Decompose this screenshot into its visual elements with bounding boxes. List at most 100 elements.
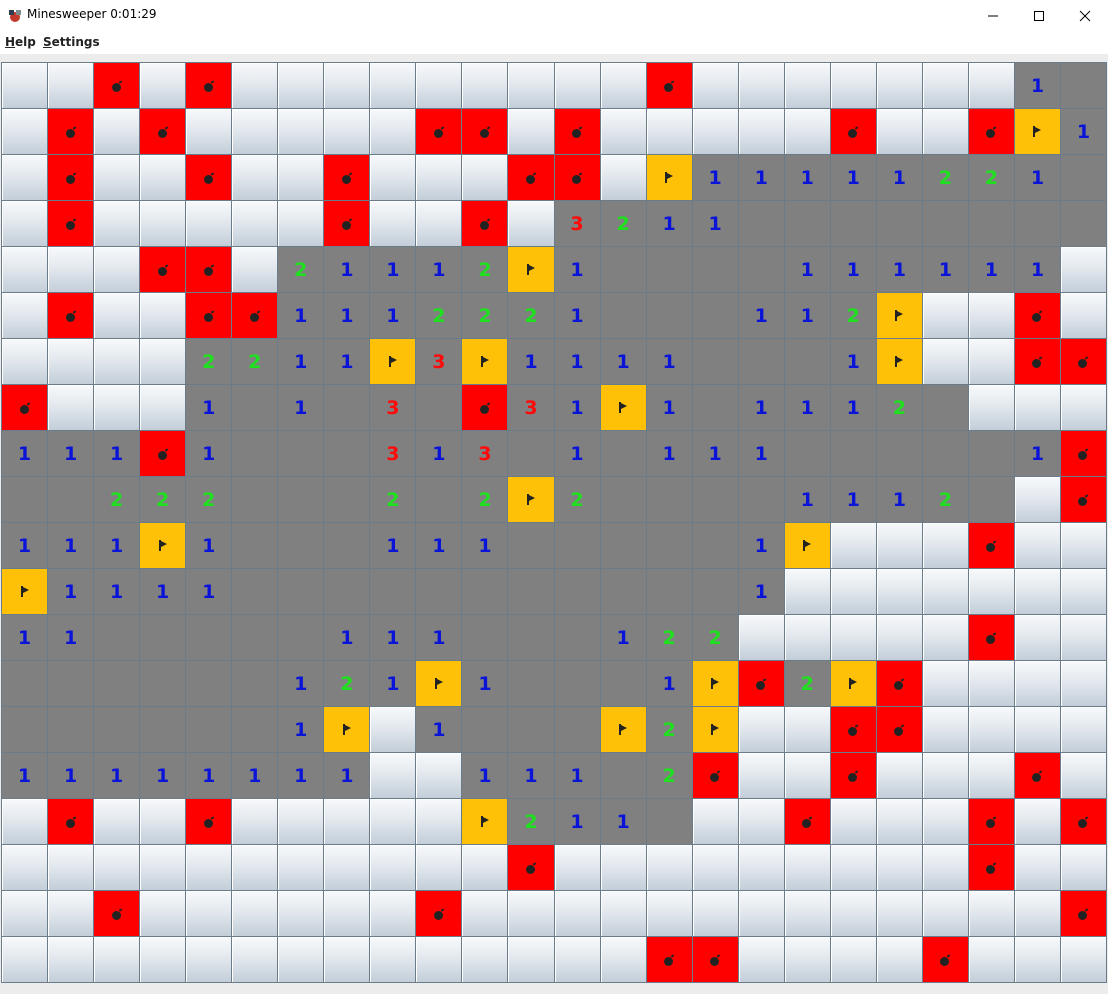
closed-tile[interactable] — [1060, 661, 1106, 706]
closed-tile[interactable] — [278, 109, 324, 154]
closed-tile[interactable] — [554, 845, 600, 890]
closed-tile[interactable] — [968, 891, 1014, 936]
open-empty-tile[interactable] — [462, 707, 508, 752]
closed-tile[interactable] — [968, 661, 1014, 706]
number-tile[interactable]: 1 — [784, 247, 830, 292]
closed-tile[interactable] — [186, 201, 232, 246]
open-empty-tile[interactable] — [2, 477, 48, 522]
closed-tile[interactable] — [830, 523, 876, 568]
number-tile[interactable]: 1 — [600, 615, 646, 660]
open-empty-tile[interactable] — [554, 661, 600, 706]
closed-tile[interactable] — [94, 339, 140, 384]
number-tile[interactable]: 1 — [600, 339, 646, 384]
mine-tile[interactable] — [2, 385, 48, 430]
number-tile[interactable]: 1 — [278, 707, 324, 752]
open-empty-tile[interactable] — [968, 431, 1014, 476]
flagged-tile[interactable] — [876, 293, 922, 338]
closed-tile[interactable] — [784, 63, 830, 108]
flagged-tile[interactable] — [646, 155, 692, 200]
open-empty-tile[interactable] — [830, 431, 876, 476]
open-empty-tile[interactable] — [554, 569, 600, 614]
closed-tile[interactable] — [370, 707, 416, 752]
closed-tile[interactable] — [324, 109, 370, 154]
number-tile[interactable]: 1 — [370, 523, 416, 568]
open-empty-tile[interactable] — [508, 707, 554, 752]
number-tile[interactable]: 2 — [646, 707, 692, 752]
closed-tile[interactable] — [140, 201, 186, 246]
mine-tile[interactable] — [48, 201, 94, 246]
number-tile[interactable]: 1 — [462, 523, 508, 568]
number-tile[interactable]: 1 — [186, 523, 232, 568]
closed-tile[interactable] — [738, 799, 784, 844]
number-tile[interactable]: 1 — [922, 247, 968, 292]
closed-tile[interactable] — [1014, 937, 1060, 982]
mine-tile[interactable] — [1060, 339, 1106, 384]
closed-tile[interactable] — [370, 937, 416, 982]
closed-tile[interactable] — [1014, 661, 1060, 706]
mine-tile[interactable] — [1014, 293, 1060, 338]
closed-tile[interactable] — [876, 109, 922, 154]
closed-tile[interactable] — [462, 937, 508, 982]
closed-tile[interactable] — [232, 201, 278, 246]
mine-tile[interactable] — [968, 615, 1014, 660]
closed-tile[interactable] — [140, 891, 186, 936]
open-empty-tile[interactable] — [416, 385, 462, 430]
closed-tile[interactable] — [692, 63, 738, 108]
number-tile[interactable]: 1 — [48, 569, 94, 614]
open-empty-tile[interactable] — [278, 523, 324, 568]
open-empty-tile[interactable] — [554, 615, 600, 660]
closed-tile[interactable] — [922, 109, 968, 154]
open-empty-tile[interactable] — [140, 661, 186, 706]
number-tile[interactable]: 1 — [2, 615, 48, 660]
mine-tile[interactable] — [692, 753, 738, 798]
open-empty-tile[interactable] — [784, 201, 830, 246]
number-tile[interactable]: 1 — [324, 615, 370, 660]
number-tile[interactable]: 2 — [232, 339, 278, 384]
open-empty-tile[interactable] — [600, 431, 646, 476]
open-empty-tile[interactable] — [48, 661, 94, 706]
open-empty-tile[interactable] — [692, 523, 738, 568]
number-tile[interactable]: 3 — [508, 385, 554, 430]
closed-tile[interactable] — [186, 109, 232, 154]
number-tile[interactable]: 1 — [738, 569, 784, 614]
closed-tile[interactable] — [692, 891, 738, 936]
open-empty-tile[interactable] — [232, 615, 278, 660]
open-empty-tile[interactable] — [1060, 63, 1106, 108]
number-tile[interactable]: 1 — [416, 707, 462, 752]
flagged-tile[interactable] — [600, 385, 646, 430]
open-empty-tile[interactable] — [600, 523, 646, 568]
number-tile[interactable]: 1 — [278, 339, 324, 384]
closed-tile[interactable] — [738, 845, 784, 890]
number-tile[interactable]: 1 — [370, 247, 416, 292]
closed-tile[interactable] — [1060, 247, 1106, 292]
open-empty-tile[interactable] — [646, 569, 692, 614]
closed-tile[interactable] — [140, 799, 186, 844]
close-button[interactable] — [1062, 0, 1108, 31]
flagged-tile[interactable] — [508, 247, 554, 292]
closed-tile[interactable] — [48, 845, 94, 890]
closed-tile[interactable] — [692, 845, 738, 890]
closed-tile[interactable] — [324, 63, 370, 108]
open-empty-tile[interactable] — [692, 385, 738, 430]
closed-tile[interactable] — [738, 707, 784, 752]
open-empty-tile[interactable] — [922, 431, 968, 476]
closed-tile[interactable] — [48, 891, 94, 936]
closed-tile[interactable] — [968, 707, 1014, 752]
closed-tile[interactable] — [968, 339, 1014, 384]
closed-tile[interactable] — [876, 569, 922, 614]
closed-tile[interactable] — [830, 799, 876, 844]
number-tile[interactable]: 2 — [508, 799, 554, 844]
closed-tile[interactable] — [416, 799, 462, 844]
open-empty-tile[interactable] — [324, 523, 370, 568]
mine-tile[interactable] — [186, 247, 232, 292]
closed-tile[interactable] — [968, 569, 1014, 614]
mine-tile[interactable] — [1014, 339, 1060, 384]
open-empty-tile[interactable] — [324, 385, 370, 430]
closed-tile[interactable] — [2, 201, 48, 246]
closed-tile[interactable] — [324, 845, 370, 890]
number-tile[interactable]: 1 — [968, 247, 1014, 292]
mine-tile[interactable] — [462, 109, 508, 154]
number-tile[interactable]: 1 — [416, 615, 462, 660]
number-tile[interactable]: 1 — [600, 799, 646, 844]
number-tile[interactable]: 2 — [186, 339, 232, 384]
